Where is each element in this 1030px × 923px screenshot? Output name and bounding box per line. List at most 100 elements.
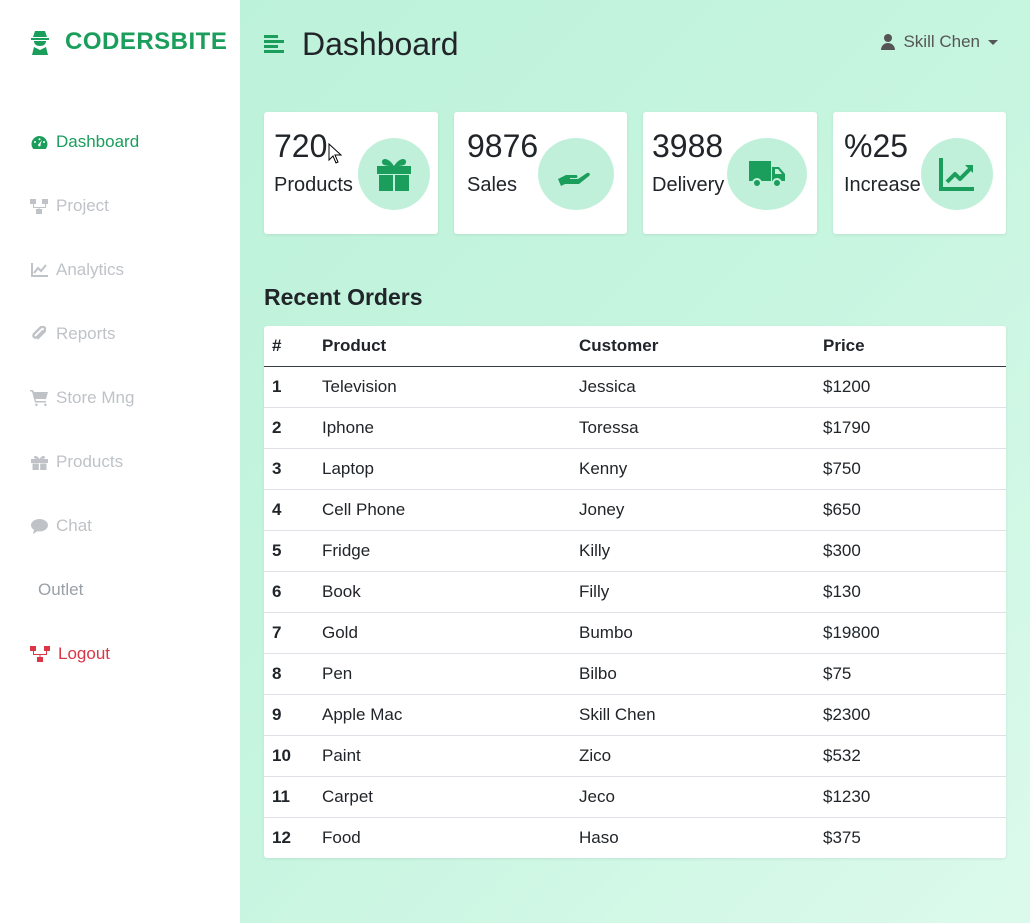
table-row: 1 Television Jessica $1200 bbox=[264, 366, 1006, 407]
recent-orders-title: Recent Orders bbox=[264, 284, 423, 310]
column-header: Product bbox=[322, 326, 579, 367]
table-row: 12 Food Haso $375 bbox=[264, 816, 1006, 858]
table-cell: $1200 bbox=[823, 376, 871, 396]
table-cell: $130 bbox=[823, 570, 1006, 612]
stat-label: Increase bbox=[844, 174, 921, 196]
table-cell: 5 bbox=[264, 529, 322, 571]
table-cell: $300 bbox=[823, 529, 1006, 571]
sidebar-item-logout[interactable]: Logout bbox=[0, 622, 240, 686]
table-row: 7 Gold Bumbo $19800 bbox=[264, 611, 1006, 653]
user-secret-icon bbox=[31, 31, 49, 55]
table-cell: 6 bbox=[264, 570, 322, 612]
table-cell: Joney bbox=[579, 488, 823, 530]
table-row: 2 Iphone Toressa $1790 bbox=[264, 406, 1006, 448]
sidebar-item-chat[interactable]: Chat bbox=[0, 494, 240, 558]
table-cell: Kenny bbox=[579, 447, 823, 489]
table-row: 11 Carpet Jeco $1230 bbox=[264, 775, 1006, 817]
table-cell: 8 bbox=[264, 652, 322, 694]
table-cell: 2 bbox=[264, 406, 322, 448]
table-cell: 3 bbox=[264, 447, 322, 489]
sidebar-item-label: Products bbox=[56, 452, 124, 471]
table-cell: Iphone bbox=[322, 406, 579, 448]
table-cell: Cell Phone bbox=[322, 488, 579, 530]
table-cell: $1790 bbox=[823, 406, 1006, 448]
table-cell: Paint bbox=[322, 734, 579, 776]
stat-icon-circle bbox=[358, 138, 430, 210]
stat-label: Products bbox=[274, 174, 353, 196]
table-cell: $19800 bbox=[823, 611, 1006, 653]
table-cell: 7 bbox=[264, 611, 322, 653]
sidebar-item-label: Analytics bbox=[56, 260, 125, 279]
table-cell: Toressa bbox=[579, 406, 823, 448]
stat-value: %25 bbox=[844, 128, 909, 164]
align-left-icon[interactable] bbox=[264, 34, 286, 54]
stat-label: Delivery bbox=[652, 174, 725, 196]
sidebar-item-products[interactable]: Products bbox=[0, 430, 240, 494]
brand[interactable]: CODERSBITE bbox=[29, 28, 227, 56]
stat-card-products[interactable]: 720 Products bbox=[264, 112, 438, 234]
table-cell: 4 bbox=[264, 488, 322, 530]
sidebar-item-store-mng[interactable]: Store Mng bbox=[0, 366, 240, 430]
table-cell: $2300 bbox=[823, 693, 1006, 735]
sidebar-item-reports[interactable]: Reports bbox=[0, 302, 240, 366]
column-header: # bbox=[264, 326, 322, 367]
table-cell: Skill Chen bbox=[579, 693, 823, 735]
stat-icon-circle bbox=[921, 138, 993, 210]
chart-line-icon bbox=[939, 158, 974, 191]
table-row: 8 Pen Bilbo $75 bbox=[264, 652, 1006, 694]
paperclip-icon bbox=[30, 325, 48, 343]
table-cell: Bumbo bbox=[579, 611, 823, 653]
table-cell: Fridge bbox=[322, 529, 579, 571]
sidebar-item-project[interactable]: Project bbox=[0, 174, 240, 238]
stat-value: 720 bbox=[274, 128, 328, 164]
user-menu[interactable]: Skill Chen bbox=[881, 32, 998, 52]
comment-icon bbox=[30, 517, 48, 535]
chevron-down-icon bbox=[988, 39, 998, 45]
orders-table-body: 1 Television Jessica $1200 2 Iphone Toressa $17… bbox=[264, 366, 1006, 858]
stat-icon-circle bbox=[727, 138, 807, 210]
table-cell: Killy bbox=[579, 529, 823, 571]
stat-card-delivery[interactable]: 3988 Delivery bbox=[643, 112, 817, 234]
table-cell: Food bbox=[322, 816, 579, 858]
table-row: 5 Fridge Killy $300 bbox=[264, 529, 1006, 571]
stat-icon-circle bbox=[538, 138, 614, 210]
orders-table: # Product Customer Price 1 Television Jess… bbox=[264, 326, 1006, 858]
table-cell: Jeco bbox=[579, 775, 823, 817]
stat-card-sales[interactable]: 9876 Sales bbox=[454, 112, 627, 234]
table-row: 6 Book Filly $130 bbox=[264, 570, 1006, 612]
user-icon bbox=[881, 34, 896, 50]
truck-icon bbox=[749, 161, 785, 188]
sidebar-item-analytics[interactable]: Analytics bbox=[0, 238, 240, 302]
table-cell: Zico bbox=[579, 734, 823, 776]
sidebar: CODERSBITE Dashboard Project Analytics R… bbox=[0, 0, 240, 923]
topbar: Dashboard Skill Chen bbox=[264, 24, 1004, 64]
sidebar-item-label: Project bbox=[56, 196, 109, 215]
shopping-cart-icon bbox=[30, 389, 48, 407]
table-row: 4 Cell Phone Joney $650 bbox=[264, 488, 1006, 530]
table-cell: $532 bbox=[823, 734, 1006, 776]
table-cell: Haso bbox=[579, 816, 823, 858]
user-name: Skill Chen bbox=[903, 32, 980, 51]
tachometer-icon bbox=[30, 133, 48, 151]
table-cell: $650 bbox=[823, 488, 1006, 530]
table-cell: $1230 bbox=[823, 775, 1006, 817]
hand-holding-icon bbox=[558, 172, 590, 186]
sitemap-icon bbox=[30, 645, 50, 663]
stat-label: Sales bbox=[467, 174, 518, 196]
sidebar-item-outlet[interactable]: Outlet bbox=[0, 558, 240, 622]
sidebar-item-dashboard[interactable]: Dashboard bbox=[0, 110, 240, 174]
table-row: 10 Paint Zico $532 bbox=[264, 734, 1006, 776]
line-chart-icon bbox=[30, 261, 48, 279]
table-header-row: # Product Customer Price bbox=[264, 326, 1006, 367]
gift-icon bbox=[30, 453, 48, 471]
column-header: Price bbox=[823, 326, 1006, 367]
table-cell: Jessica bbox=[579, 376, 636, 396]
sidebar-item-label: Dashboard bbox=[56, 132, 140, 151]
table-cell: 10 bbox=[264, 734, 322, 776]
stat-card-increase[interactable]: %25 Increase bbox=[833, 112, 1006, 234]
table-cell: $75 bbox=[823, 652, 1006, 694]
table-cell: $750 bbox=[823, 447, 1006, 489]
gift-icon bbox=[377, 159, 411, 191]
table-cell: 12 bbox=[264, 816, 322, 858]
column-header: Customer bbox=[579, 326, 823, 367]
